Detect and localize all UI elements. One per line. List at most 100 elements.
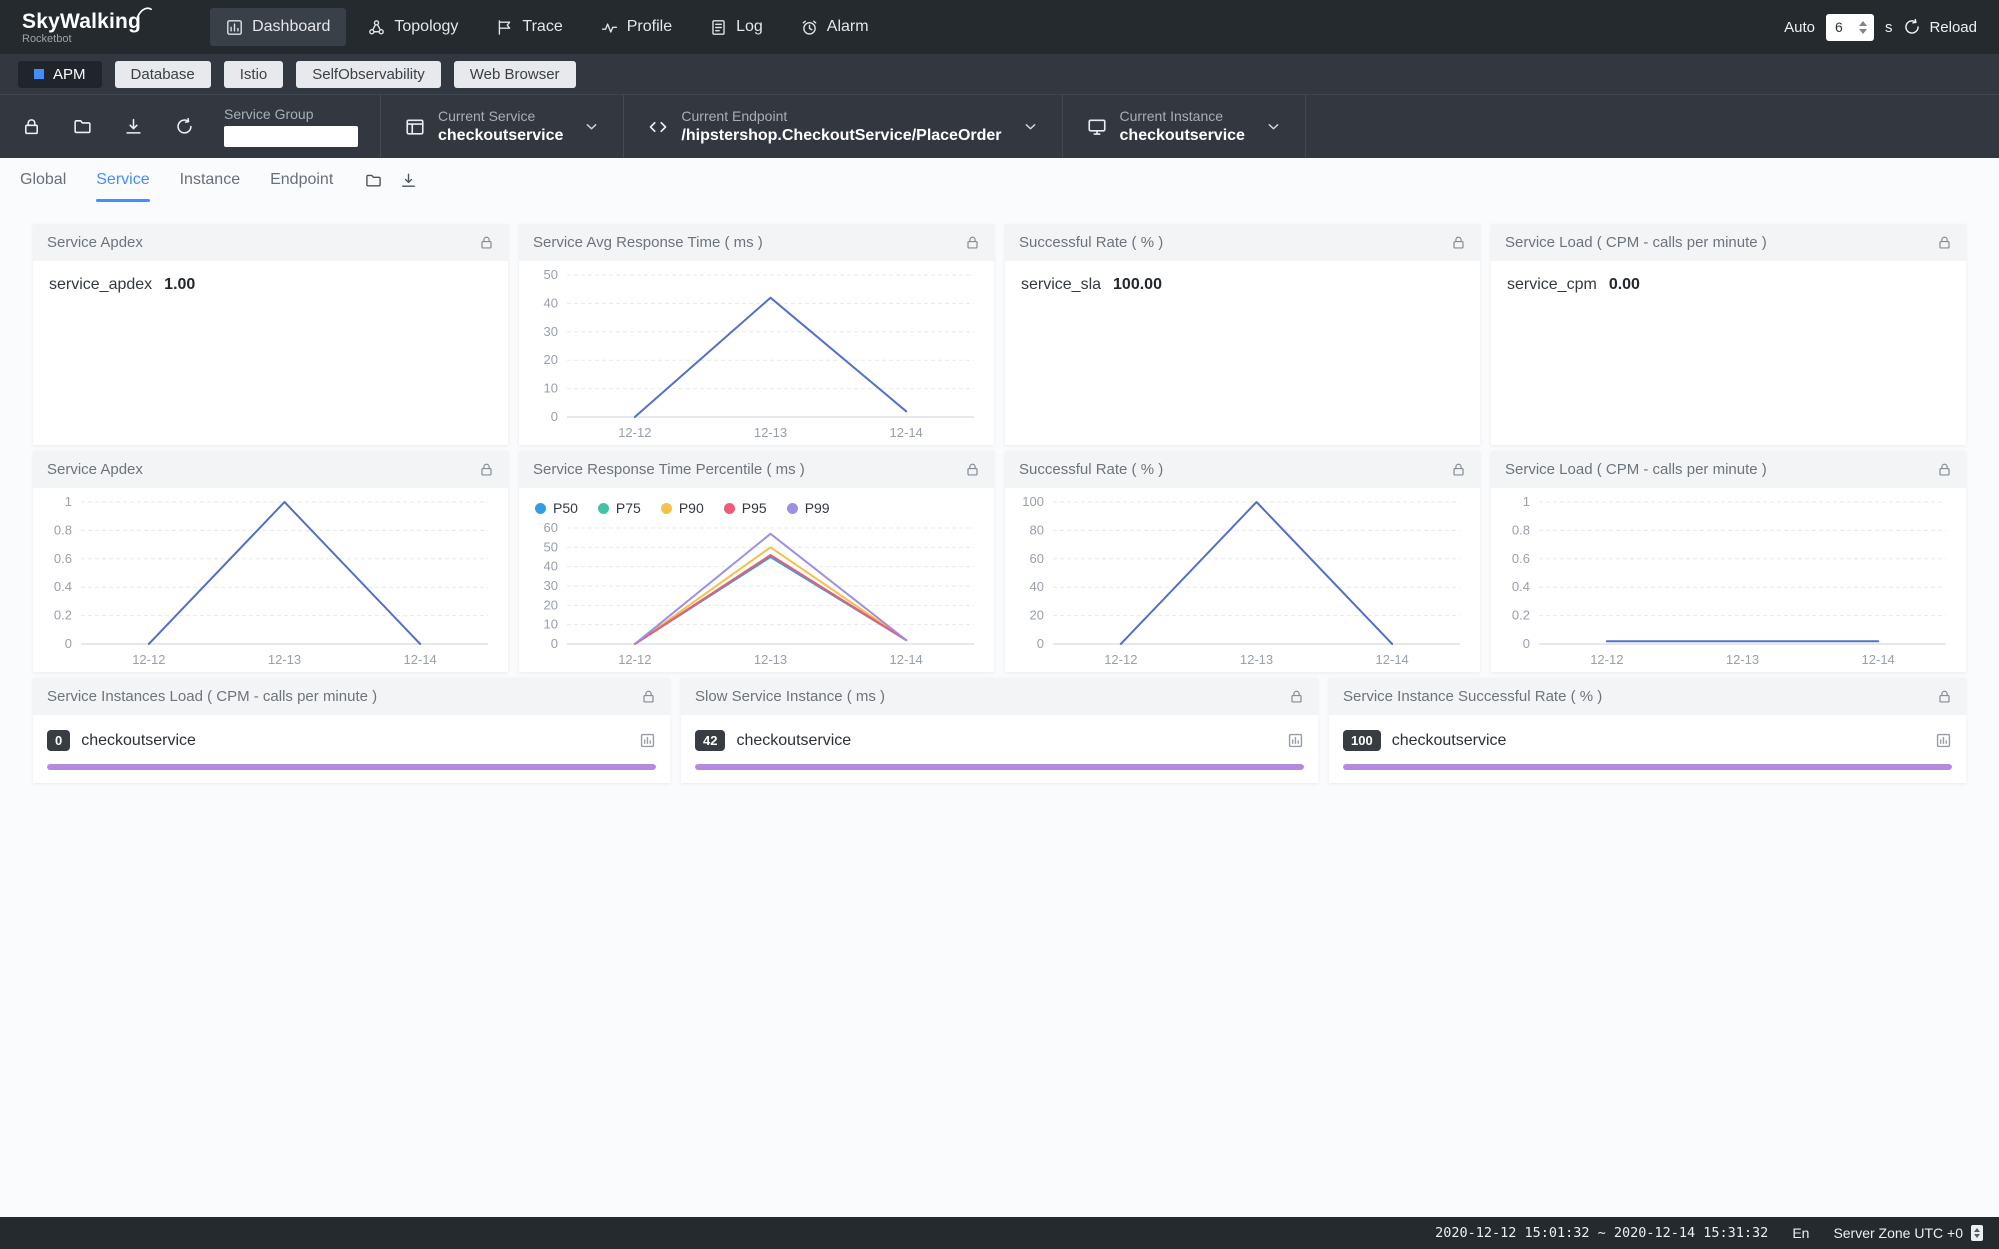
- chevron-down-icon: [584, 119, 599, 134]
- selector-service[interactable]: Current Servicecheckoutservice: [381, 108, 623, 145]
- category-tab-selfobservability[interactable]: SelfObservability: [296, 61, 441, 88]
- view-tabs-bar: Global Service Instance Endpoint: [0, 158, 1999, 202]
- list-item-row: 100checkoutservice: [1343, 727, 1952, 754]
- view-tab-global[interactable]: Global: [20, 158, 66, 202]
- stepper-up-icon[interactable]: [1974, 1228, 1980, 1232]
- legend-item-p90[interactable]: P90: [661, 500, 704, 516]
- legend-dot-icon: [724, 503, 735, 514]
- export-icon[interactable]: [124, 117, 143, 136]
- value-bar-track: [47, 764, 656, 770]
- selector-endpoint[interactable]: Current Endpoint/hipstershop.CheckoutSer…: [624, 108, 1061, 145]
- svg-text:0: 0: [1037, 636, 1044, 651]
- lock-icon[interactable]: [1937, 689, 1952, 704]
- svg-text:20: 20: [544, 352, 558, 367]
- inspect-icon[interactable]: [1287, 732, 1304, 749]
- nav-item-trace[interactable]: Trace: [480, 8, 578, 46]
- nav-item-dashboard[interactable]: Dashboard: [210, 8, 346, 46]
- selector-text: Current Endpoint/hipstershop.CheckoutSer…: [681, 108, 1001, 145]
- inspect-icon[interactable]: [639, 732, 656, 749]
- svg-text:12-14: 12-14: [890, 652, 923, 667]
- svg-text:12-14: 12-14: [1376, 652, 1409, 667]
- category-tab-istio[interactable]: Istio: [224, 61, 284, 88]
- lock-icon[interactable]: [1937, 235, 1952, 250]
- reload-label: Reload: [1929, 19, 1977, 36]
- lock-icon[interactable]: [22, 117, 41, 136]
- lock-icon[interactable]: [479, 462, 494, 477]
- legend-item-p75[interactable]: P75: [598, 500, 641, 516]
- chevron-down-icon: [1023, 119, 1038, 134]
- lock-icon[interactable]: [641, 689, 656, 704]
- view-tab-service[interactable]: Service: [96, 158, 149, 202]
- svg-text:30: 30: [544, 578, 558, 593]
- svg-text:80: 80: [1030, 522, 1044, 537]
- auto-interval-input[interactable]: 6: [1826, 14, 1874, 41]
- lock-icon[interactable]: [1451, 462, 1466, 477]
- nav-item-topology[interactable]: Topology: [352, 8, 474, 46]
- category-tab-label: SelfObservability: [312, 67, 425, 82]
- legend-item-p95[interactable]: P95: [724, 500, 767, 516]
- export-icon[interactable]: [400, 172, 417, 189]
- line-chart: 0102030405012-1212-1312-14: [519, 263, 990, 445]
- nav-item-profile[interactable]: Profile: [585, 8, 688, 46]
- line-chart-svg: 0102030405012-1212-1312-14: [519, 263, 990, 445]
- card-body: 100checkoutservice: [1329, 715, 1966, 783]
- lock-icon[interactable]: [1289, 689, 1304, 704]
- svg-text:40: 40: [1030, 579, 1044, 594]
- category-tab-database[interactable]: Database: [115, 61, 211, 88]
- language-toggle[interactable]: En: [1792, 1225, 1809, 1241]
- refresh-icon[interactable]: [175, 117, 194, 136]
- logo[interactable]: SkyWalking Rocketbot: [22, 10, 152, 45]
- service-group-input[interactable]: [224, 126, 358, 147]
- service-group-label: Service Group: [224, 106, 358, 122]
- svg-text:12-13: 12-13: [754, 425, 787, 440]
- time-range-picker[interactable]: 2020-12-12 15:01:32 ~ 2020-12-14 15:31:3…: [1435, 1225, 1768, 1241]
- lock-icon[interactable]: [965, 462, 980, 477]
- dashboard-toolbar: Service Group Current Servicecheckoutser…: [0, 94, 1999, 158]
- card-header: Service Apdex: [33, 451, 508, 488]
- list-item-row: 0checkoutservice: [47, 727, 656, 754]
- folder-icon[interactable]: [365, 172, 382, 189]
- stepper-up-icon[interactable]: [1859, 21, 1867, 26]
- lock-icon[interactable]: [1937, 462, 1952, 477]
- selector-instance[interactable]: Current Instancecheckoutservice: [1063, 108, 1305, 145]
- card-successful-rate: Successful Rate ( % )service_sla100.00: [1005, 224, 1480, 445]
- dashboard-icon: [226, 19, 243, 36]
- view-tab-endpoint[interactable]: Endpoint: [270, 158, 333, 202]
- value-bar-track: [1343, 764, 1952, 770]
- list-item[interactable]: 42checkoutservice: [695, 727, 1304, 770]
- card-service-instances-load-cpm-calls-per-minute: Service Instances Load ( CPM - calls per…: [33, 678, 670, 783]
- list-item[interactable]: 100checkoutservice: [1343, 727, 1952, 770]
- nav-item-alarm[interactable]: Alarm: [785, 8, 885, 46]
- stepper-down-icon[interactable]: [1974, 1234, 1980, 1238]
- lock-icon[interactable]: [965, 235, 980, 250]
- server-zone-stepper[interactable]: [1971, 1225, 1983, 1241]
- inspect-icon[interactable]: [1935, 732, 1952, 749]
- reload-button[interactable]: Reload: [1903, 18, 1977, 36]
- selector-label: Current Instance: [1120, 108, 1245, 124]
- legend-item-p99[interactable]: P99: [787, 500, 830, 516]
- category-tab-apm[interactable]: APM: [18, 61, 102, 88]
- svg-text:12-12: 12-12: [1590, 652, 1623, 667]
- selector-text: Current Instancecheckoutservice: [1120, 108, 1245, 145]
- auto-interval-stepper[interactable]: [1856, 19, 1870, 36]
- stepper-down-icon[interactable]: [1859, 29, 1867, 34]
- folder-icon[interactable]: [73, 117, 92, 136]
- instance-name: checkoutservice: [1392, 732, 1507, 750]
- category-tab-web-browser[interactable]: Web Browser: [454, 61, 576, 88]
- card-title: Successful Rate ( % ): [1019, 234, 1163, 251]
- legend-dot-icon: [535, 503, 546, 514]
- svg-text:12-14: 12-14: [1862, 652, 1895, 667]
- svg-text:100: 100: [1022, 494, 1044, 509]
- lock-icon[interactable]: [1451, 235, 1466, 250]
- svg-text:12-12: 12-12: [1104, 652, 1137, 667]
- line-chart-svg: 010203040506012-1212-1312-14: [519, 516, 990, 672]
- lock-icon[interactable]: [479, 235, 494, 250]
- nav-item-log[interactable]: Log: [694, 8, 779, 46]
- card-title: Service Avg Response Time ( ms ): [533, 234, 763, 251]
- card-title: Service Load ( CPM - calls per minute ): [1505, 461, 1767, 478]
- svg-text:50: 50: [544, 267, 558, 282]
- list-item[interactable]: 0checkoutservice: [47, 727, 656, 770]
- view-tab-instance[interactable]: Instance: [180, 158, 240, 202]
- legend-item-p50[interactable]: P50: [535, 500, 578, 516]
- svg-text:12-14: 12-14: [890, 425, 923, 440]
